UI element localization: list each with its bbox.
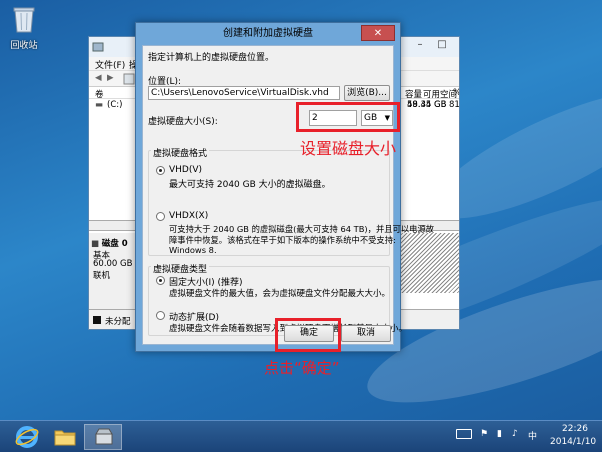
volume-percent: 81: [449, 100, 460, 110]
dynamic-radio[interactable]: [156, 311, 165, 320]
fixed-size-radio[interactable]: [156, 276, 165, 285]
disk-name-label: 磁盘 0: [101, 239, 128, 249]
size-highlight-box: [296, 102, 400, 132]
volume-icon[interactable]: ♪: [512, 429, 518, 439]
legend-unallocated: 未分配: [105, 317, 131, 327]
vhdx-radio[interactable]: [156, 212, 165, 221]
volume-view-icon[interactable]: [123, 73, 135, 85]
computer-management-icon: [95, 428, 113, 445]
recycle-bin-label: 回收站: [10, 41, 38, 51]
minimize-button[interactable]: –: [409, 37, 431, 53]
menu-file[interactable]: 文件(F): [95, 58, 125, 71]
vhd-description: 最大可支持 2040 GB 大小的虚拟磁盘。: [169, 180, 331, 190]
instruction-text: 指定计算机上的虚拟硬盘位置。: [148, 53, 275, 63]
column-percent[interactable]: %: [453, 88, 459, 98]
input-method-icon[interactable]: 中: [528, 429, 537, 442]
type-group-label: 虚拟硬盘类型: [151, 262, 210, 275]
close-button[interactable]: ✕: [361, 25, 395, 41]
disk-status: 联机: [93, 271, 111, 281]
disk-management-icon: [92, 42, 104, 52]
folder-icon: [54, 430, 76, 446]
browse-button[interactable]: 浏览(B)...: [344, 85, 390, 101]
unallocated-swatch: [93, 316, 101, 324]
volume-icon: ▬: [95, 100, 104, 110]
fixed-size-description: 虚拟硬盘文件的最大值，会为虚拟硬盘文件分配最大大小。: [169, 289, 391, 299]
vhd-label[interactable]: VHD(V): [169, 165, 202, 175]
format-group-label: 虚拟硬盘格式: [151, 146, 210, 159]
close-icon: ✕: [373, 28, 383, 39]
vhdx-label[interactable]: VHDX(X): [169, 211, 208, 221]
ok-annotation: 点击“确定”: [264, 359, 340, 377]
maximize-button[interactable]: □: [431, 37, 453, 53]
recycle-bin[interactable]: 回收站: [4, 4, 44, 51]
volume-name: (C:): [107, 100, 123, 110]
size-label: 虚拟硬盘大小(S):: [148, 117, 218, 127]
disk-icon: ■: [91, 239, 100, 249]
dialog-body: 指定计算机上的虚拟硬盘位置。 位置(L): C:\Users\LenovoSer…: [142, 45, 434, 345]
vhdx-description-3: Windows 8.: [169, 245, 217, 255]
clock-date[interactable]: 2014/1/10: [550, 437, 596, 447]
back-arrow-icon[interactable]: ◀: [95, 73, 102, 83]
location-input[interactable]: C:\Users\LenovoService\VirtualDisk.vhd: [148, 86, 340, 100]
disk-management-taskbar-button[interactable]: [84, 424, 122, 450]
ie-taskbar-button[interactable]: [8, 424, 46, 450]
explorer-taskbar-button[interactable]: [46, 424, 84, 450]
action-center-icon[interactable]: ⚑: [480, 429, 488, 439]
network-icon[interactable]: ▮: [497, 429, 502, 439]
create-vhd-dialog: 创建和附加虚拟硬盘 ✕ 指定计算机上的虚拟硬盘位置。 位置(L): C:\Use…: [135, 22, 434, 352]
clock-time[interactable]: 22:26: [562, 424, 588, 434]
taskbar: ⚑ ▮ ♪ 中 22:26 2014/1/10: [0, 420, 602, 452]
ok-highlight-box: [275, 318, 341, 352]
vhd-radio[interactable]: [156, 166, 165, 175]
forward-arrow-icon[interactable]: ▶: [107, 73, 114, 83]
keyboard-icon[interactable]: [456, 429, 472, 439]
recycle-bin-icon: [13, 7, 35, 33]
disk-name: ■ 磁盘 0: [91, 237, 128, 249]
volume-free: 48.34 GB: [407, 100, 447, 110]
desktop: 回收站 – □ 文件(F) 操 ◀ ▶ 卷 容量 可用空间 % ▬ (C:) 5…: [0, 0, 602, 452]
internet-explorer-icon: [15, 426, 39, 448]
cancel-button[interactable]: 取消: [341, 325, 391, 342]
size-annotation: 设置磁盘大小: [300, 139, 397, 158]
disk-size: 60.00 GB: [93, 259, 133, 269]
